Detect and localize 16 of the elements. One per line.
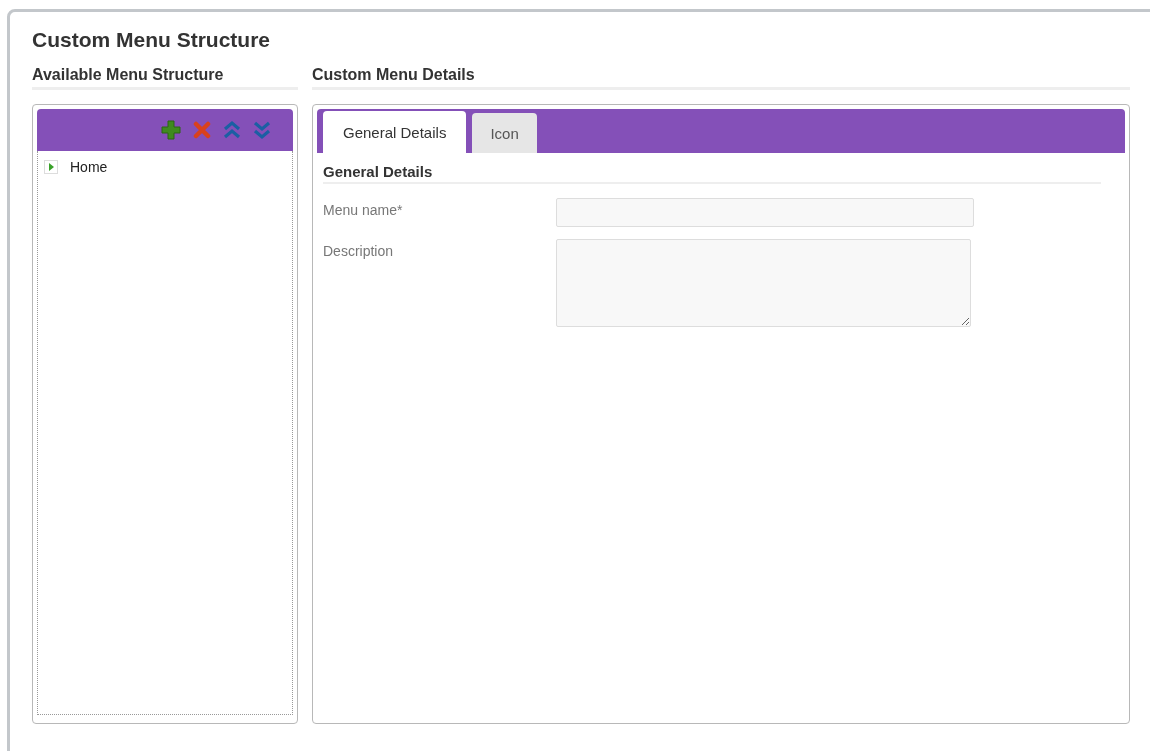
section-heading: Custom Menu Details xyxy=(312,66,1130,90)
expand-icon[interactable] xyxy=(44,160,58,174)
tab[interactable]: Icon xyxy=(472,113,537,153)
text-area[interactable] xyxy=(556,239,971,327)
input-field[interactable] xyxy=(556,198,974,227)
double-chevron-up-icon[interactable] xyxy=(223,120,241,140)
cross-icon[interactable] xyxy=(193,121,211,139)
subsection-heading: General Details xyxy=(323,163,1101,184)
field-label: Menu name* xyxy=(323,201,404,218)
double-chevron-down-icon[interactable] xyxy=(253,120,271,140)
section-heading: Available Menu Structure xyxy=(32,66,298,90)
tab[interactable]: General Details xyxy=(323,111,467,153)
tree-item[interactable]: Home xyxy=(70,159,108,175)
page-title: Custom Menu Structure xyxy=(32,28,271,52)
plus-icon[interactable] xyxy=(161,120,181,140)
field-label: Description xyxy=(323,242,395,259)
